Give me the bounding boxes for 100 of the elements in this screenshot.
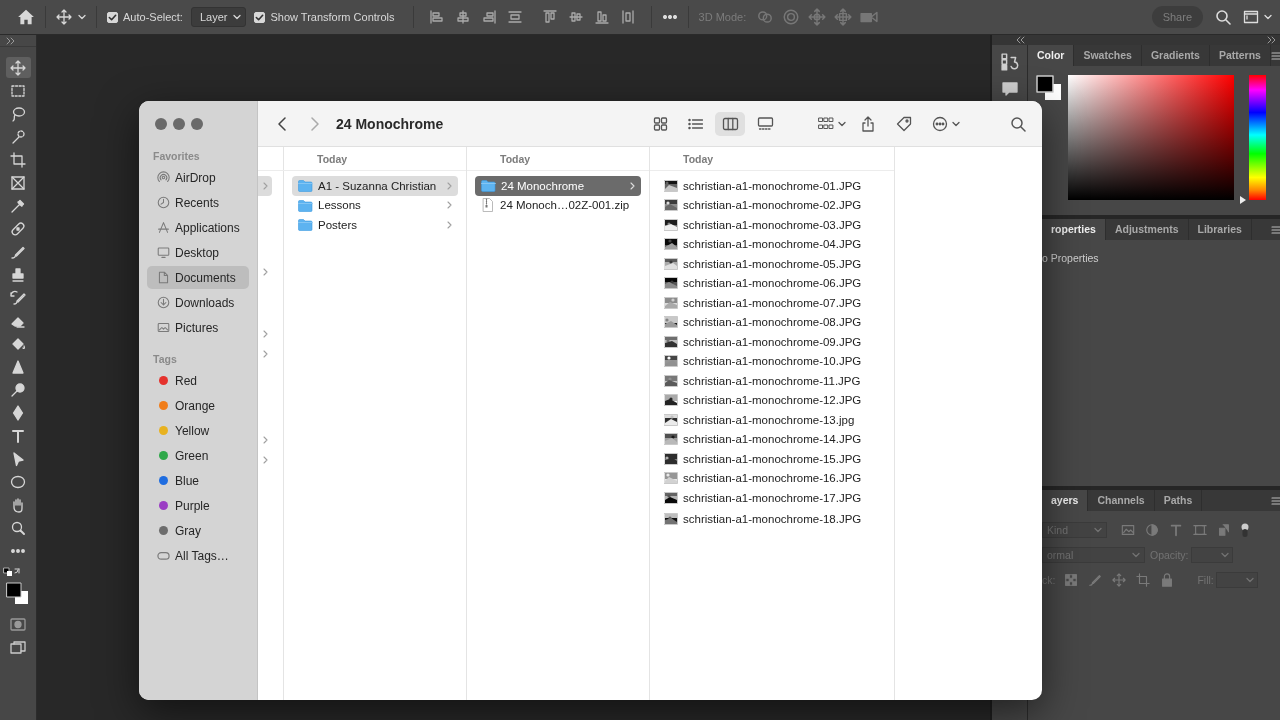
align-left-icon[interactable] <box>428 9 445 25</box>
file-row[interactable]: schristian-a1-monochrome-04.JPG <box>658 234 886 254</box>
folder-row[interactable]: 24 Monochrome <box>475 176 641 196</box>
panel-tab[interactable]: Swatches <box>1074 45 1142 66</box>
file-row[interactable]: schristian-a1-monochrome-11.JPG <box>658 371 886 391</box>
sidebar-item[interactable]: Orange <box>147 394 249 417</box>
tag-icon[interactable] <box>896 115 912 132</box>
search-icon[interactable] <box>1010 115 1026 132</box>
slider-thumb[interactable] <box>1240 196 1246 204</box>
file-row[interactable]: schristian-a1-monochrome-03.JPG <box>658 215 886 235</box>
zip-file-icon <box>481 198 495 213</box>
folder-row[interactable]: Lessons <box>292 195 458 215</box>
align-center-icon[interactable] <box>454 9 471 25</box>
double-chevron-icon[interactable] <box>1267 36 1276 44</box>
caret-icon[interactable] <box>838 119 846 128</box>
opacity-field[interactable] <box>1190 546 1233 563</box>
file-row[interactable]: schristian-a1-monochrome-02.JPG <box>658 195 886 215</box>
file-row[interactable]: schristian-a1-monochrome-06.JPG <box>658 273 886 293</box>
menu-icon[interactable] <box>1270 224 1280 235</box>
menu-icon[interactable] <box>1270 495 1280 506</box>
sidebar-item[interactable]: Green <box>147 444 249 467</box>
fill-field[interactable] <box>1215 571 1258 588</box>
quick-mask-icon[interactable] <box>10 616 26 632</box>
search-icon[interactable] <box>1215 9 1231 25</box>
file-row[interactable]: schristian-a1-monochrome-15.JPG <box>658 449 886 469</box>
comment-icon[interactable] <box>1001 81 1018 97</box>
panel-tab[interactable]: Channels <box>1088 490 1155 511</box>
file-row[interactable]: schristian-a1-monochrome-16.JPG <box>658 468 886 488</box>
frame-icon <box>10 174 26 191</box>
share-icon[interactable] <box>860 115 876 132</box>
window-control[interactable] <box>155 118 167 130</box>
column-view-button[interactable] <box>715 111 745 136</box>
file-row[interactable]: schristian-a1-monochrome-12.JPG <box>658 390 886 410</box>
move-icon <box>56 9 72 25</box>
color-swatch-drawing[interactable] <box>1036 75 1062 101</box>
color-field[interactable] <box>1068 75 1234 200</box>
move-icon <box>10 59 26 76</box>
sidebar-item[interactable]: Blue <box>147 469 249 492</box>
file-row[interactable]: schristian-a1-monochrome-07.JPG <box>658 293 886 313</box>
more-icon[interactable] <box>932 115 948 132</box>
more-icon[interactable] <box>661 15 678 19</box>
back-icon[interactable] <box>278 116 286 131</box>
panel-tab[interactable]: Adjustments <box>1105 219 1189 240</box>
panel-tab[interactable]: Color <box>1028 45 1075 66</box>
sidebar-item[interactable]: Downloads <box>147 291 249 314</box>
align-middle-icon[interactable] <box>567 9 584 25</box>
checkbox[interactable] <box>107 11 118 23</box>
folder-row[interactable]: Posters <box>292 215 458 235</box>
sidebar-item[interactable]: Red <box>147 369 249 392</box>
file-row[interactable]: schristian-a1-monochrome-17.JPG <box>658 488 886 508</box>
double-chevron-icon[interactable] <box>1016 36 1025 44</box>
file-row[interactable]: schristian-a1-monochrome-05.JPG <box>658 254 886 274</box>
file-row[interactable]: schristian-a1-monochrome-14.JPG <box>658 429 886 449</box>
toggle-icon[interactable] <box>1240 522 1250 537</box>
distribute-icon[interactable] <box>506 9 523 25</box>
sidebar-item[interactable]: All Tags… <box>147 544 249 567</box>
sidebar-item[interactable]: AirDrop <box>147 166 249 189</box>
distribute-icon[interactable] <box>619 9 636 25</box>
file-row[interactable]: schristian-a1-monochrome-01.JPG <box>658 176 886 196</box>
screen-mode-icon[interactable] <box>10 640 26 656</box>
target-dropdown[interactable]: Layer <box>190 7 247 27</box>
file-row[interactable]: schristian-a1-monochrome-08.JPG <box>658 312 886 332</box>
folder-row[interactable]: A1 - Suzanna Christian <box>292 176 458 196</box>
chevron-icon <box>262 455 268 464</box>
caret-icon[interactable] <box>952 119 960 128</box>
type-icon <box>10 427 26 444</box>
file-row[interactable]: schristian-a1-monochrome-13.jpg <box>658 410 886 430</box>
tool-button[interactable] <box>5 57 31 78</box>
panel-tab[interactable]: roperties <box>1042 219 1106 240</box>
file-row[interactable]: schristian-a1-monochrome-18.JPG <box>658 509 886 529</box>
window-control[interactable] <box>173 118 185 130</box>
double-chevron-icon[interactable] <box>6 36 15 45</box>
sidebar-item[interactable]: Yellow <box>147 419 249 442</box>
panel-tab[interactable]: Paths <box>1154 490 1203 511</box>
sidebar-item[interactable]: Pictures <box>147 316 249 339</box>
sidebar-item[interactable]: Documents <box>147 266 249 289</box>
group-icon[interactable] <box>818 115 834 132</box>
sidebar-item[interactable]: Desktop <box>147 241 249 264</box>
sidebar-item[interactable]: Gray <box>147 519 249 542</box>
align-top-icon[interactable] <box>541 9 558 25</box>
file-row[interactable]: 24 Monoch…02Z-001.zip <box>475 195 641 215</box>
panel-tab[interactable]: ayers <box>1042 490 1089 511</box>
sidebar-item[interactable]: Purple <box>147 494 249 517</box>
panel-tab[interactable]: Gradients <box>1141 45 1210 66</box>
panel-tab[interactable]: Libraries <box>1188 219 1252 240</box>
align-right-icon[interactable] <box>480 9 497 25</box>
color-swatch-drawing[interactable] <box>6 582 30 606</box>
history-icon[interactable] <box>1000 53 1019 71</box>
checkerboard-icon[interactable] <box>1064 572 1079 587</box>
caret-icon[interactable] <box>1264 13 1272 21</box>
window-control[interactable] <box>191 118 203 130</box>
panel-tab[interactable]: Patterns <box>1209 45 1271 66</box>
file-row[interactable]: schristian-a1-monochrome-10.JPG <box>658 351 886 371</box>
sidebar-item[interactable]: Applications <box>147 216 249 239</box>
sidebar-item[interactable]: Recents <box>147 191 249 214</box>
menu-icon[interactable] <box>1270 50 1280 61</box>
workspace-icon[interactable] <box>1243 9 1259 25</box>
align-bottom-icon[interactable] <box>593 9 610 25</box>
file-row[interactable]: schristian-a1-monochrome-09.JPG <box>658 332 886 352</box>
checkbox[interactable] <box>254 11 266 23</box>
